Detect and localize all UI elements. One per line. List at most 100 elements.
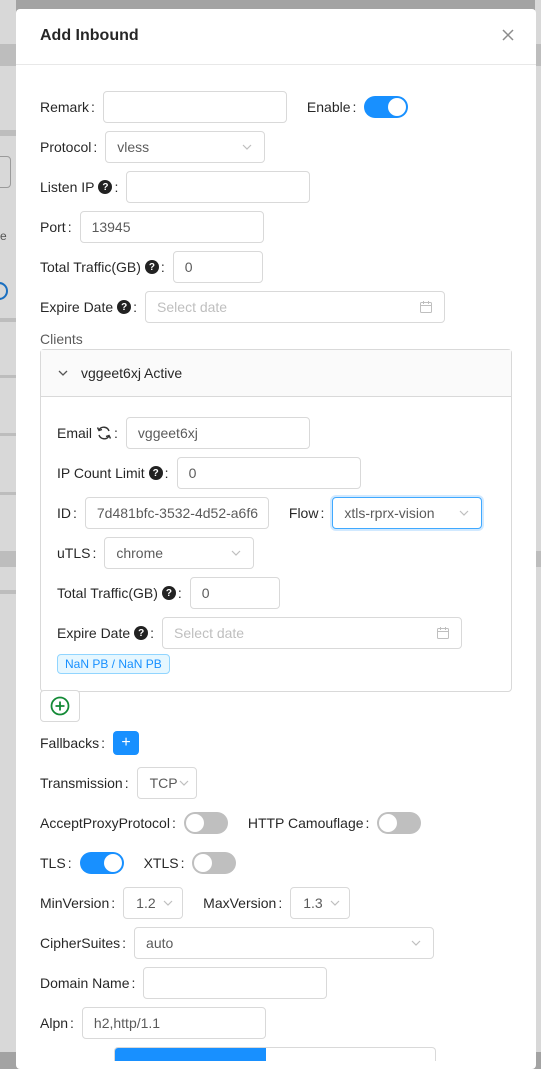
client-email-row: Email : vggeet6xj xyxy=(57,417,310,449)
chevron-down-icon xyxy=(330,900,340,906)
client-id-label: ID xyxy=(57,505,71,521)
chevron-down-icon xyxy=(459,510,469,516)
client-expire-date-row: Expire Date ?: Select date xyxy=(57,617,463,649)
question-circle-icon[interactable]: ? xyxy=(148,466,163,480)
calendar-icon xyxy=(437,627,450,639)
listen-ip-label: Listen IP xyxy=(40,179,95,195)
chevron-down-icon xyxy=(242,144,252,150)
max-version-value: 1.3 xyxy=(303,895,323,911)
proxy-protocol-row: AcceptProxyProtocol: HTTP Camouflage: xyxy=(40,807,422,839)
question-circle-icon[interactable]: ? xyxy=(134,626,149,640)
transmission-label: Transmission xyxy=(40,775,123,791)
enable-switch[interactable] xyxy=(364,96,409,118)
client-id-input[interactable]: 7d481bfc-3532-4d52-a6f6 xyxy=(84,497,269,529)
expire-date-picker[interactable]: Select date xyxy=(145,291,446,323)
client-email-input[interactable]: vggeet6xj xyxy=(125,417,310,449)
client-expire-date-picker[interactable]: Select date xyxy=(162,617,463,649)
client-expire-date-placeholder: Select date xyxy=(174,625,245,641)
remark-label: Remark xyxy=(40,99,90,115)
transmission-row: Transmission: TCP xyxy=(40,767,197,799)
background-input-stub xyxy=(0,156,11,188)
total-traffic-input[interactable]: 0 xyxy=(172,251,263,283)
alpn-label: Alpn xyxy=(40,1015,69,1031)
xtls-label: XTLS xyxy=(143,855,179,871)
client-ip-limit-row: IP Count Limit ?: 0 xyxy=(57,457,361,489)
http-camouflage-switch[interactable] xyxy=(377,812,422,834)
tls-switch[interactable] xyxy=(79,852,124,874)
modal-title: Add Inbound xyxy=(40,27,139,44)
selected-segment[interactable] xyxy=(115,1048,266,1061)
tls-row: TLS: XTLS: xyxy=(40,847,237,879)
total-traffic-row: Total Traffic(GB) ?: 0 xyxy=(40,251,263,283)
modal-header: Add Inbound xyxy=(16,9,536,65)
chevron-down-icon xyxy=(163,900,173,906)
accept-proxy-switch[interactable] xyxy=(183,812,228,834)
port-input[interactable]: 13945 xyxy=(79,211,264,243)
add-client-button[interactable] xyxy=(40,690,80,722)
chevron-down-icon xyxy=(58,370,68,376)
remark-row: Remark: Enable: xyxy=(40,91,409,123)
sync-icon[interactable] xyxy=(96,425,112,441)
client-ip-limit-input[interactable]: 0 xyxy=(176,457,361,489)
client-utls-select[interactable]: chrome xyxy=(104,537,255,569)
tls-label: TLS xyxy=(40,855,66,871)
question-circle-icon[interactable]: ? xyxy=(144,260,159,274)
max-version-label: MaxVersion xyxy=(203,895,277,911)
add-fallback-button[interactable]: + xyxy=(113,731,140,755)
protocol-label: Protocol xyxy=(40,139,92,155)
alpn-row: Alpn: h2,http/1.1 xyxy=(40,1007,266,1039)
tls-version-row: MinVersion: 1.2 MaxVersion: 1.3 xyxy=(40,887,351,919)
cipher-suites-label: CipherSuites xyxy=(40,935,121,951)
partially-visible-radio-group[interactable] xyxy=(114,1047,436,1061)
client-expire-date-label: Expire Date xyxy=(57,625,131,641)
port-row: Port: 13945 xyxy=(40,211,264,243)
client-header-text: vggeet6xj Active xyxy=(81,365,183,381)
client-total-traffic-label: Total Traffic(GB) xyxy=(57,585,158,601)
chevron-down-icon xyxy=(411,940,421,946)
domain-name-input[interactable] xyxy=(143,967,328,999)
min-version-label: MinVersion xyxy=(40,895,110,911)
expire-date-row: Expire Date ?: Select date xyxy=(40,291,446,323)
chevron-down-icon xyxy=(179,780,189,786)
protocol-select[interactable]: vless xyxy=(105,131,266,163)
client-flow-select[interactable]: xtls-rprx-vision xyxy=(332,497,483,529)
background-text-stub: e xyxy=(0,229,7,243)
question-circle-icon[interactable]: ? xyxy=(117,300,132,314)
protocol-value: vless xyxy=(117,139,150,155)
clients-label: Clients xyxy=(40,331,83,347)
xtls-switch[interactable] xyxy=(192,852,237,874)
chevron-down-icon xyxy=(231,550,241,556)
min-version-select[interactable]: 1.2 xyxy=(123,887,184,919)
calendar-icon xyxy=(420,301,433,313)
fallbacks-label: Fallbacks xyxy=(40,735,100,751)
cipher-suites-value: auto xyxy=(146,935,174,951)
client-utls-label: uTLS xyxy=(57,545,91,561)
transmission-select[interactable]: TCP xyxy=(136,767,197,799)
cipher-suites-select[interactable]: auto xyxy=(134,927,435,959)
cipher-suites-row: CipherSuites: auto xyxy=(40,927,435,959)
listen-ip-input[interactable] xyxy=(126,171,311,203)
client-flow-label: Flow xyxy=(288,505,319,521)
close-icon[interactable] xyxy=(500,27,516,43)
add-inbound-modal: Add Inbound Remark: Enable: Protocol: vl… xyxy=(16,9,536,1069)
port-label: Port xyxy=(40,219,66,235)
domain-name-label: Domain Name xyxy=(40,975,130,991)
client-panel-header[interactable]: vggeet6xj Active xyxy=(41,350,511,397)
client-id-row: ID: 7d481bfc-3532-4d52-a6f6 Flow: xtls-r… xyxy=(57,497,483,529)
max-version-select[interactable]: 1.3 xyxy=(290,887,351,919)
client-usage-tag: NaN PB / NaN PB xyxy=(57,654,170,674)
enable-label: Enable xyxy=(306,99,351,115)
alpn-input[interactable]: h2,http/1.1 xyxy=(81,1007,266,1039)
total-traffic-label: Total Traffic(GB) xyxy=(40,259,141,275)
client-total-traffic-input[interactable]: 0 xyxy=(189,577,280,609)
client-ip-limit-label: IP Count Limit xyxy=(57,465,145,481)
http-camouflage-label: HTTP Camouflage xyxy=(247,815,364,831)
question-circle-icon[interactable]: ? xyxy=(161,586,176,600)
remark-input[interactable] xyxy=(102,91,287,123)
client-utls-value: chrome xyxy=(116,545,164,561)
plus-circle-icon xyxy=(50,696,70,716)
question-circle-icon[interactable]: ? xyxy=(98,180,113,194)
min-version-value: 1.2 xyxy=(136,895,156,911)
protocol-row: Protocol: vless xyxy=(40,131,266,163)
expire-date-placeholder: Select date xyxy=(157,299,228,315)
